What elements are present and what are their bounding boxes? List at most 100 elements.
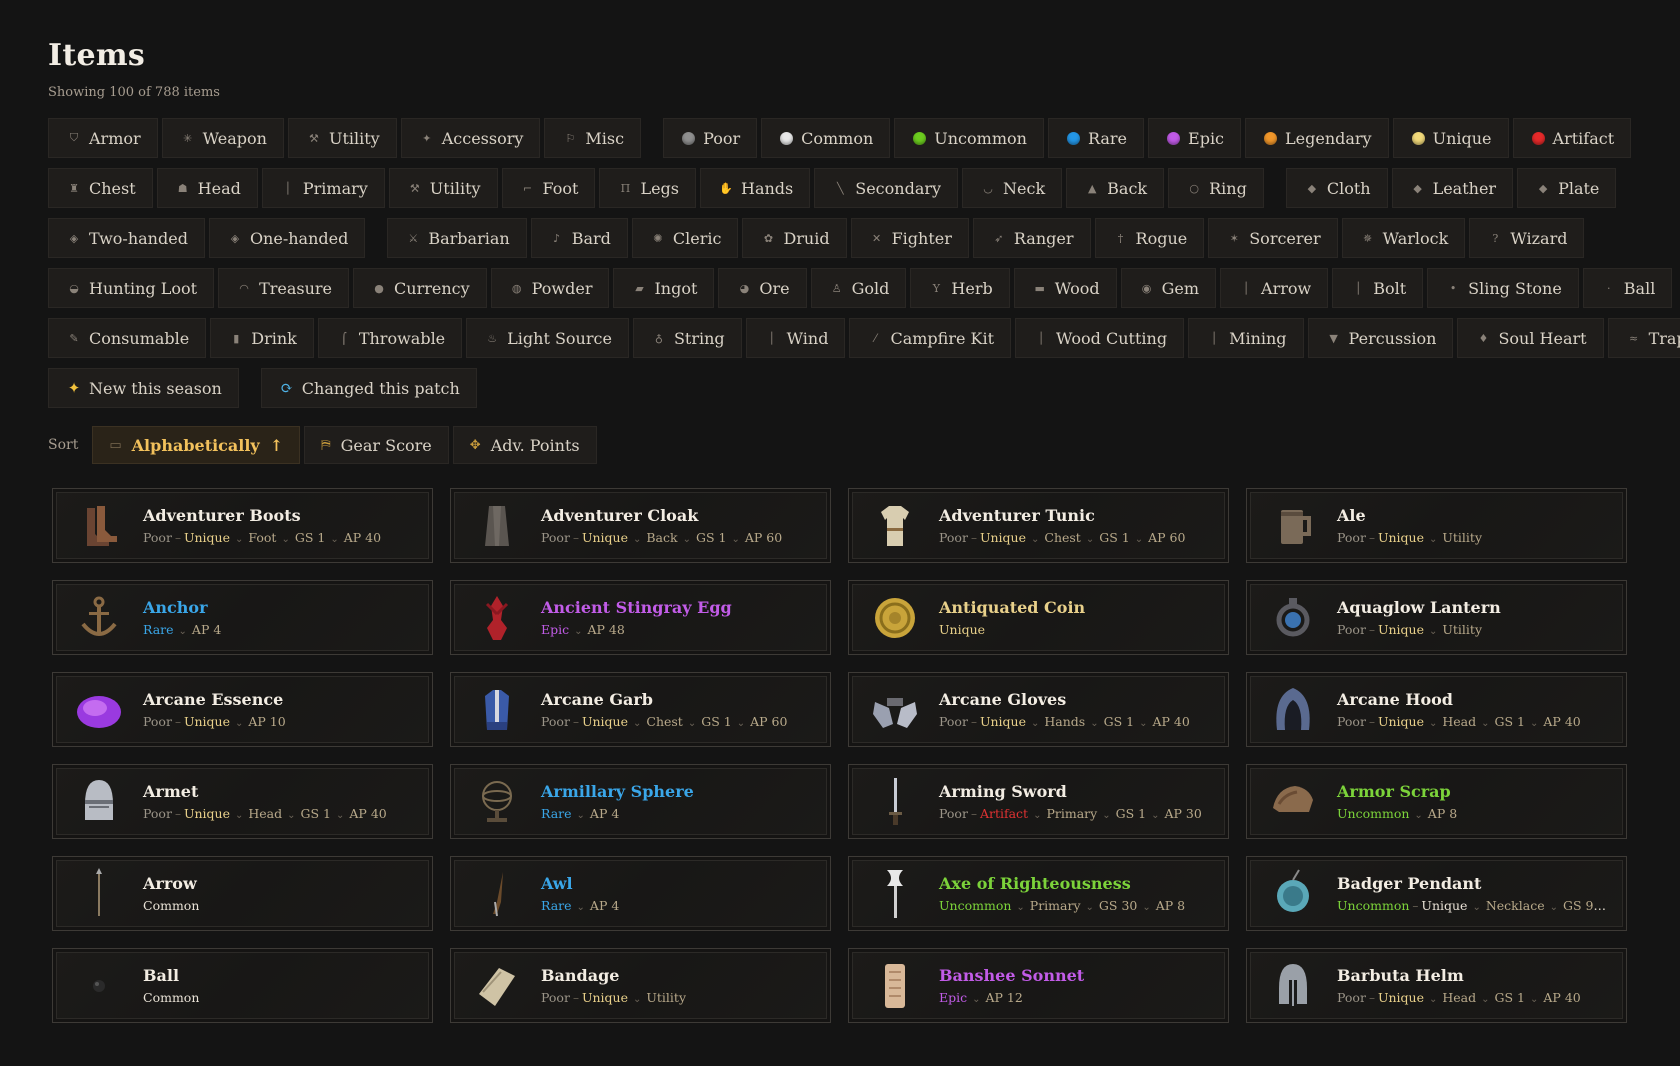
filter-unique[interactable]: Unique <box>1392 118 1509 158</box>
filter-sling-stone[interactable]: • Sling Stone <box>1427 268 1579 308</box>
filter-herb[interactable]: Y Herb <box>910 268 1010 308</box>
filter-cleric[interactable]: ✺ Cleric <box>631 218 739 258</box>
filter-primary[interactable]: │ Primary <box>261 168 385 208</box>
filter-percussion[interactable]: ▼ Percussion <box>1307 318 1454 358</box>
filter-rogue[interactable]: † Rogue <box>1094 218 1205 258</box>
filter-treasure[interactable]: ◠ Treasure <box>218 268 350 308</box>
filter-two-handed[interactable]: ◈ Two-handed <box>48 218 205 258</box>
filter-warlock[interactable]: ✵ Warlock <box>1341 218 1466 258</box>
adv-points-icon: ✥ <box>469 437 481 453</box>
item-card[interactable]: Barbuta Helm Poor – Unique ⌄ Head ⌄ GS 1 ⌄ AP 40 <box>1246 948 1627 1023</box>
filter-ingot[interactable]: ▰ Ingot <box>613 268 715 308</box>
filter-chest[interactable]: ♜ Chest <box>48 168 153 208</box>
filter-powder[interactable]: ◍ Powder <box>490 268 610 308</box>
item-card[interactable]: Adventurer Cloak Poor – Unique ⌄ Back ⌄ GS 1 ⌄ AP… <box>450 488 831 563</box>
filter-arrow[interactable]: │ Arrow <box>1220 268 1329 308</box>
filter-ball[interactable]: · Ball <box>1582 268 1673 308</box>
sort-adv-points-button[interactable]: ✥ Adv. Points <box>452 426 597 464</box>
filter-changed-this-patch[interactable]: ⟳ Changed this patch <box>260 368 477 408</box>
filter-currency[interactable]: ● Currency <box>353 268 487 308</box>
filter-hands[interactable]: ✋ Hands <box>700 168 811 208</box>
filter-weapon[interactable]: ✳ Weapon <box>161 118 284 158</box>
filter-one-handed[interactable]: ◈ One-handed <box>208 218 366 258</box>
filter-ring[interactable]: ○ Ring <box>1168 168 1264 208</box>
filter-rare[interactable]: Rare <box>1047 118 1145 158</box>
filter-label: Bard <box>571 228 611 248</box>
item-card[interactable]: Ball Common <box>52 948 433 1023</box>
item-card[interactable]: Aquaglow Lantern Poor – Unique ⌄ Utility <box>1246 580 1627 655</box>
filter-common[interactable]: Common <box>761 118 891 158</box>
filter-soul-heart[interactable]: ♦ Soul Heart <box>1457 318 1604 358</box>
filter-wood[interactable]: ▬ Wood <box>1013 268 1117 308</box>
filter-wood-cutting[interactable]: │ Wood Cutting <box>1015 318 1185 358</box>
item-card[interactable]: Arrow Common <box>52 856 433 931</box>
item-card[interactable]: Awl Rare ⌄ AP 4 <box>450 856 831 931</box>
filter-throwable[interactable]: ⌠ Throwable <box>317 318 463 358</box>
filter-druid[interactable]: ✿ Druid <box>742 218 847 258</box>
filter-legs[interactable]: Π Legs <box>599 168 696 208</box>
item-card[interactable]: Bandage Poor – Unique ⌄ Utility <box>450 948 831 1023</box>
filter-legendary[interactable]: Legendary <box>1245 118 1389 158</box>
filter-plate[interactable]: ◆ Plate <box>1517 168 1617 208</box>
filter-cloth[interactable]: ◆ Cloth <box>1285 168 1388 208</box>
filter-wizard[interactable]: ? Wizard <box>1469 218 1585 258</box>
item-card[interactable]: Banshee Sonnet Epic ⌄ AP 12 <box>848 948 1229 1023</box>
filter-gem[interactable]: ◉ Gem <box>1120 268 1217 308</box>
item-card[interactable]: Ancient Stingray Egg Epic ⌄ AP 48 <box>450 580 831 655</box>
filter-utility[interactable]: ⚒ Utility <box>287 118 397 158</box>
filter-fighter[interactable]: ✕ Fighter <box>850 218 969 258</box>
filter-misc[interactable]: ⚐ Misc <box>544 118 642 158</box>
cloak-icon <box>469 498 525 554</box>
filter-light-source[interactable]: ♨ Light Source <box>466 318 629 358</box>
filter-mining[interactable]: │ Mining <box>1188 318 1304 358</box>
filter-trap[interactable]: ≈ Trap <box>1607 318 1680 358</box>
filter-new-this-season[interactable]: ✦ New this season <box>48 368 239 408</box>
item-card[interactable]: Badger Pendant Uncommon – Unique ⌄ Necklace ⌄ G… <box>1246 856 1627 931</box>
sort-alphabetically-button[interactable]: ▭ Alphabetically ↑ <box>92 426 301 464</box>
filter-bard[interactable]: ♪ Bard <box>530 218 628 258</box>
filter-accessory[interactable]: ✦ Accessory <box>400 118 541 158</box>
item-card[interactable]: Axe of Righteousness Uncommon ⌄ Primary ⌄ GS … <box>848 856 1229 931</box>
item-card[interactable]: Adventurer Tunic Poor – Unique ⌄ Chest ⌄ GS 1 ⌄ A… <box>848 488 1229 563</box>
filter-poor[interactable]: Poor <box>663 118 758 158</box>
filter-consumable[interactable]: ✎ Consumable <box>48 318 207 358</box>
item-card[interactable]: Arcane Hood Poor – Unique ⌄ Head ⌄ GS 1 ⌄ AP 40 <box>1246 672 1627 747</box>
item-card[interactable]: Arming Sword Poor – Artifact ⌄ Primary ⌄ GS 1 ⌄ A… <box>848 764 1229 839</box>
filter-wind[interactable]: │ Wind <box>745 318 846 358</box>
item-card[interactable]: Arcane Garb Poor – Unique ⌄ Chest ⌄ GS 1 ⌄ AP 60 <box>450 672 831 747</box>
filter-foot[interactable]: ⌐ Foot <box>501 168 596 208</box>
filter-uncommon[interactable]: Uncommon <box>894 118 1044 158</box>
filter-drink[interactable]: ▮ Drink <box>210 318 314 358</box>
filter-string[interactable]: ♁ String <box>632 318 742 358</box>
filter-back[interactable]: ▲ Back <box>1066 168 1165 208</box>
filter-gold[interactable]: ♙ Gold <box>810 268 907 308</box>
item-card[interactable]: Armet Poor – Unique ⌄ Head ⌄ GS 1 ⌄ AP 40 <box>52 764 433 839</box>
percussion-icon: ▼ <box>1329 331 1338 345</box>
filter-sorcerer[interactable]: ✶ Sorcerer <box>1208 218 1338 258</box>
filter-utility[interactable]: ⚒ Utility <box>388 168 498 208</box>
filter-campfire-kit[interactable]: ⁄ Campfire Kit <box>849 318 1012 358</box>
item-card[interactable]: Anchor Rare ⌄ AP 4 <box>52 580 433 655</box>
item-card[interactable]: Arcane Essence Poor – Unique ⌄ AP 10 <box>52 672 433 747</box>
filter-head[interactable]: ☗ Head <box>156 168 258 208</box>
item-card[interactable]: Arcane Gloves Poor – Unique ⌄ Hands ⌄ GS 1 ⌄ AP 4… <box>848 672 1229 747</box>
filter-artifact[interactable]: Artifact <box>1512 118 1632 158</box>
sort-gear-score-button[interactable]: ⛿ Gear Score <box>304 426 449 464</box>
item-card[interactable]: Armor Scrap Uncommon ⌄ AP 8 <box>1246 764 1627 839</box>
item-card[interactable]: Ale Poor – Unique ⌄ Utility <box>1246 488 1627 563</box>
filter-neck[interactable]: ◡ Neck <box>962 168 1063 208</box>
item-card[interactable]: Adventurer Boots Poor – Unique ⌄ Foot ⌄ GS 1 ⌄ AP… <box>52 488 433 563</box>
item-card[interactable]: Armillary Sphere Rare ⌄ AP 4 <box>450 764 831 839</box>
filter-label: Barbarian <box>428 228 510 248</box>
filter-barbarian[interactable]: ⚔ Barbarian <box>387 218 527 258</box>
item-card[interactable]: Antiquated Coin Unique <box>848 580 1229 655</box>
filter-leather[interactable]: ◆ Leather <box>1391 168 1514 208</box>
filter-armor[interactable]: ⛉ Armor <box>48 118 158 158</box>
filter-hunting-loot[interactable]: ◒ Hunting Loot <box>48 268 215 308</box>
filter-ore[interactable]: ◕ Ore <box>718 268 807 308</box>
item-info: Arrow Common <box>143 874 199 913</box>
filter-bolt[interactable]: │ Bolt <box>1332 268 1424 308</box>
filter-ranger[interactable]: ➶ Ranger <box>972 218 1091 258</box>
filter-secondary[interactable]: ╲ Secondary <box>814 168 959 208</box>
filter-epic[interactable]: Epic <box>1148 118 1242 158</box>
